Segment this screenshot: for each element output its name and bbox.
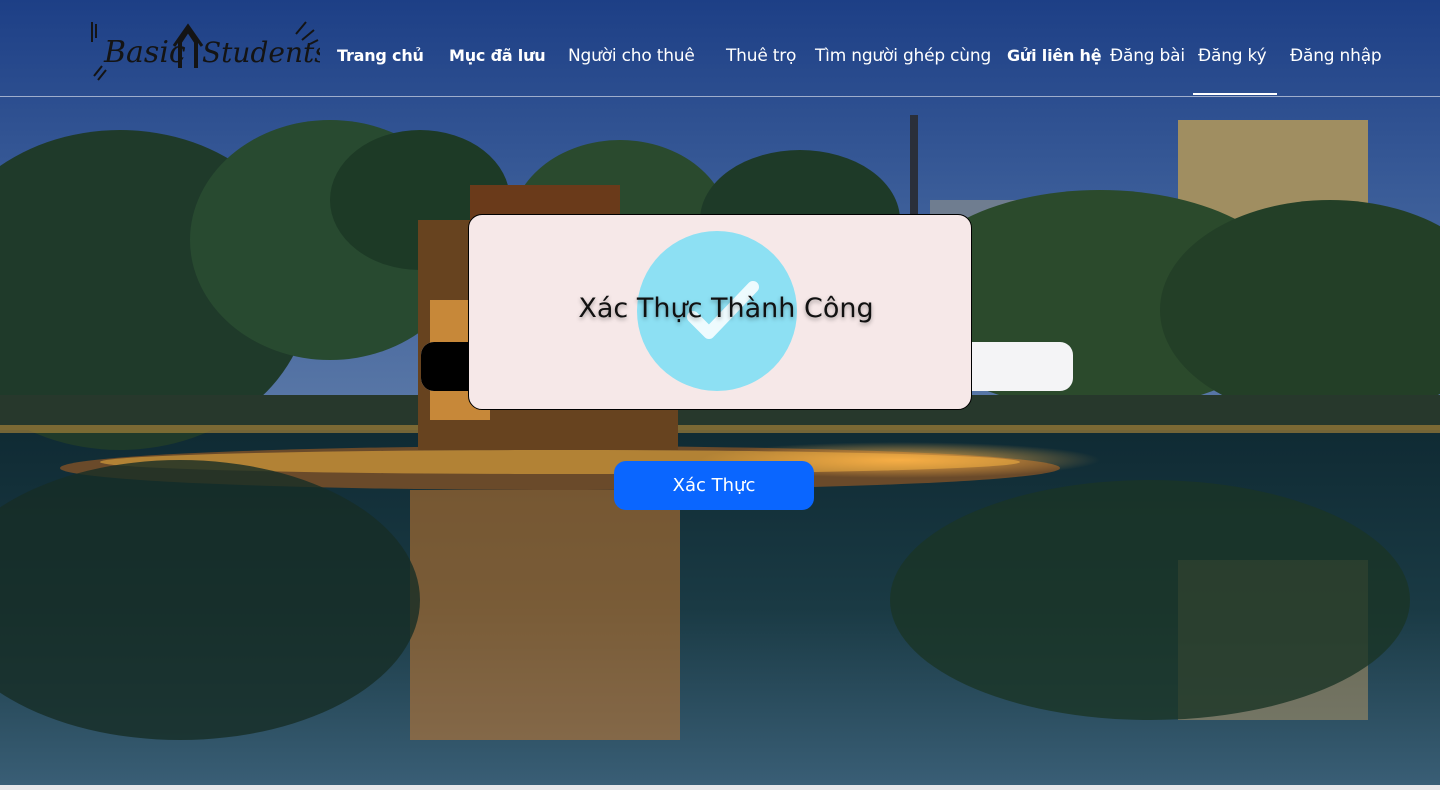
nav-login[interactable]: Đăng nhập — [1290, 46, 1382, 66]
nav-find-roommate[interactable]: Tìm người ghép cùng — [815, 46, 991, 66]
nav-home[interactable]: Trang chủ — [337, 46, 424, 65]
success-modal: Xác Thực Thành Công — [468, 214, 972, 410]
nav-landlords[interactable]: Người cho thuê — [568, 46, 695, 66]
site-header: Basic Students Trang chủ Mục đã lưu Ngườ… — [0, 0, 1440, 97]
nav-contact[interactable]: Gửi liên hệ — [1007, 46, 1102, 65]
nav-post[interactable]: Đăng bài — [1110, 46, 1185, 66]
logo-text: Basic — [103, 35, 186, 70]
svg-text:Students: Students — [202, 36, 320, 69]
active-nav-indicator — [1193, 93, 1277, 95]
brand-logo[interactable]: Basic Students — [88, 16, 320, 84]
input-left-edge — [421, 342, 469, 391]
nav-rent-rooms[interactable]: Thuê trọ — [726, 46, 796, 66]
page-bottom-edge — [0, 785, 1440, 790]
nav-saved[interactable]: Mục đã lưu — [449, 46, 546, 65]
verify-button[interactable]: Xác Thực — [614, 461, 814, 510]
nav-register[interactable]: Đăng ký — [1198, 46, 1267, 66]
modal-title: Xác Thực Thành Công — [578, 293, 874, 324]
